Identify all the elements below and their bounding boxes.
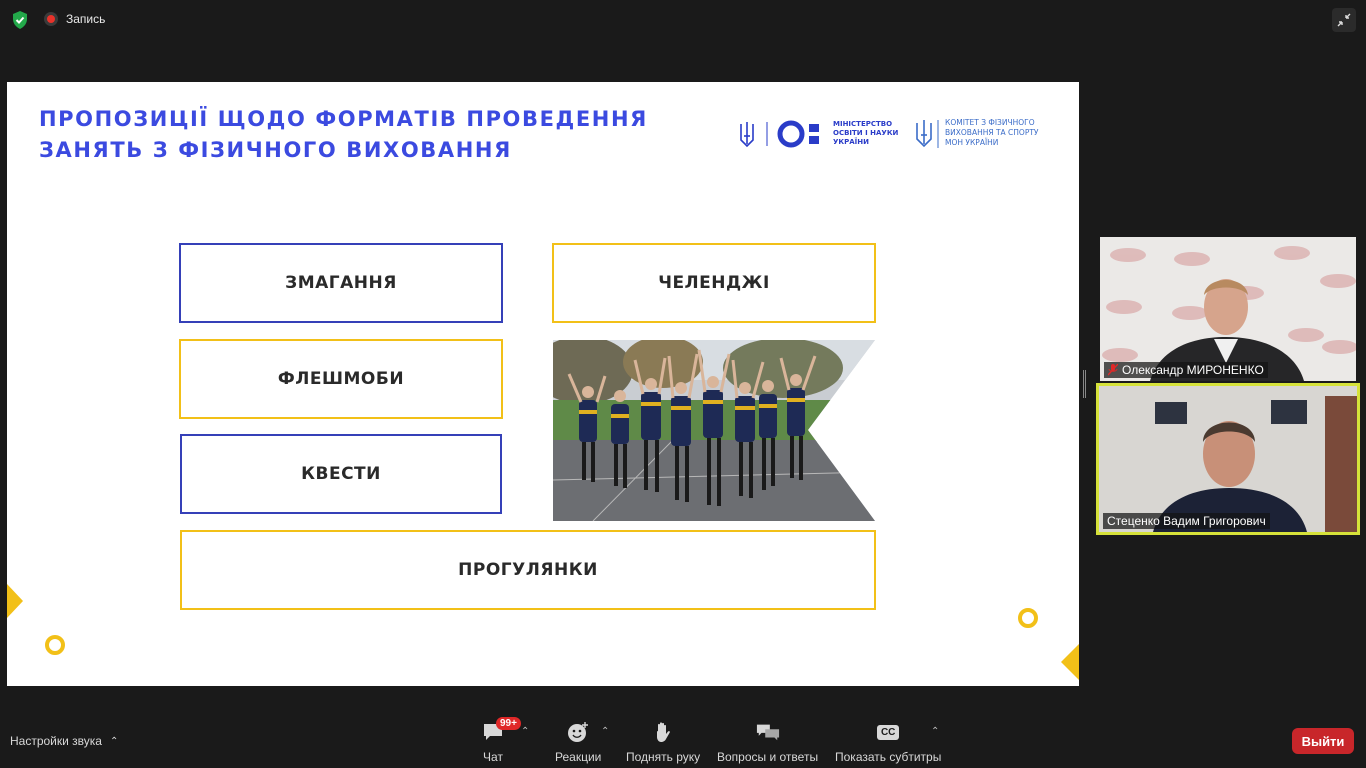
participant-name: Олександр МИРОНЕНКО [1122, 363, 1264, 377]
decor-ring-right [1018, 608, 1038, 628]
committee-name: КОМІТЕТ З ФІЗИЧНОГО ВИХОВАННЯ ТА СПОРТУ … [945, 118, 1045, 148]
collapse-icon [1337, 13, 1351, 27]
qa-button[interactable]: Вопросы и ответы [717, 720, 818, 764]
panel-resize-handle[interactable] [1083, 370, 1086, 398]
mic-muted-icon [1108, 364, 1118, 376]
participant-name-tag: Стеценко Вадим Григорович [1103, 513, 1270, 529]
leave-meeting-button[interactable]: Выйти [1292, 728, 1354, 754]
reactions-label: Реакции [555, 750, 602, 764]
participant-tile[interactable]: Олександр МИРОНЕНКО [1100, 237, 1356, 381]
committee-line: КОМІТЕТ З ФІЗИЧНОГО [945, 118, 1035, 127]
record-icon [44, 12, 58, 26]
reactions-button[interactable]: Реакции [555, 720, 601, 764]
slide-title-line-2: ЗАНЯТЬ З ФІЗИЧНОГО ВИХОВАННЯ [39, 138, 512, 162]
audio-settings-button[interactable]: Настройки звука ⌃ [10, 734, 118, 748]
captions-button[interactable]: CC Показать субтитры [835, 720, 941, 764]
team-photo [553, 340, 875, 521]
ministry-line: МІНІСТЕРСТВО [833, 120, 893, 128]
recording-label: Запись [66, 12, 106, 26]
decor-triangle-left [7, 584, 23, 618]
chevron-up-icon[interactable]: ⌃ [521, 726, 529, 737]
captions-icon-text: CC [876, 724, 900, 740]
closed-captions-icon: CC [876, 720, 900, 744]
smiley-icon [566, 720, 590, 744]
slide-title: ПРОПОЗИЦІЇ ЩОДО ФОРМАТІВ ПРОВЕДЕННЯ ЗАНЯ… [39, 104, 648, 166]
chevron-up-icon[interactable]: ⌃ [931, 726, 939, 737]
chevron-up-icon[interactable]: ⌃ [601, 726, 609, 737]
qa-label: Вопросы и ответы [717, 750, 819, 764]
participant-tile-active[interactable]: Стеценко Вадим Григорович [1096, 383, 1360, 535]
participant-name-tag: Олександр МИРОНЕНКО [1104, 362, 1268, 378]
top-bar: Запись [0, 0, 1366, 40]
qa-icon [756, 720, 780, 744]
box-quests: КВЕСТИ [180, 434, 502, 514]
security-shield-icon[interactable] [10, 10, 30, 30]
ministry-name: МІНІСТЕРСТВО ОСВІТИ І НАУКИ УКРАЇНИ [833, 120, 911, 147]
chat-label: Чат [483, 750, 503, 764]
hand-icon [651, 720, 675, 744]
slide-title-line-1: ПРОПОЗИЦІЇ ЩОДО ФОРМАТІВ ПРОВЕДЕННЯ [39, 107, 648, 131]
box-competitions: ЗМАГАННЯ [179, 243, 503, 323]
decor-ring-left [45, 635, 65, 655]
exit-fullscreen-button[interactable] [1332, 8, 1356, 32]
ministry-line: УКРАЇНИ [833, 138, 869, 146]
shared-slide: ПРОПОЗИЦІЇ ЩОДО ФОРМАТІВ ПРОВЕДЕННЯ ЗАНЯ… [7, 82, 1079, 686]
committee-line: ВИХОВАННЯ ТА СПОРТУ [945, 128, 1039, 137]
participant-video [1100, 237, 1356, 381]
ministry-line: ОСВІТИ І НАУКИ [833, 129, 899, 137]
captions-label: Показать субтитры [835, 750, 942, 764]
recording-indicator[interactable]: Запись [44, 12, 105, 26]
raise-hand-label: Поднять руку [626, 750, 701, 764]
participant-name: Стеценко Вадим Григорович [1107, 514, 1266, 528]
chat-unread-badge: 99+ [496, 717, 521, 730]
raise-hand-button[interactable]: Поднять руку [626, 720, 700, 764]
box-flashmobs: ФЛЕШМОБИ [179, 339, 503, 419]
audio-settings-label: Настройки звука [10, 734, 102, 748]
committee-line: МОН УКРАЇНИ [945, 138, 999, 147]
meeting-toolbar: Настройки звука ⌃ Чат 99+ ⌃ Реакции ⌃ По… [0, 712, 1366, 768]
box-walks: ПРОГУЛЯНКИ [180, 530, 876, 610]
logos: МІНІСТЕРСТВО ОСВІТИ І НАУКИ УКРАЇНИ КОМІ… [735, 118, 1045, 150]
chevron-up-icon: ⌃ [109, 735, 119, 747]
decor-triangle-right [1061, 644, 1079, 680]
participant-video [1099, 386, 1357, 532]
box-challenges: ЧЕЛЕНДЖІ [552, 243, 876, 323]
